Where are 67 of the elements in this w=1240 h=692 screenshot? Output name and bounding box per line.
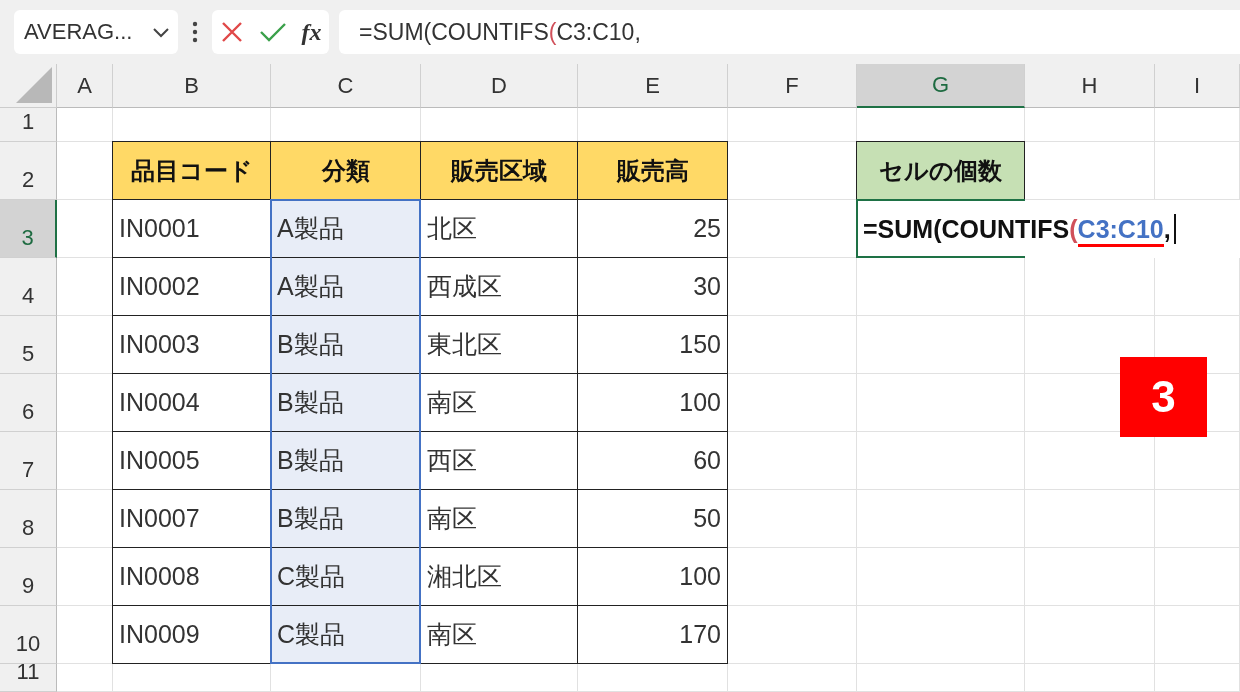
table-cell: A製品 <box>271 258 421 316</box>
table-cell: 南区 <box>421 606 578 664</box>
row-header[interactable]: 6 <box>0 374 57 432</box>
insert-function-button[interactable]: fx <box>301 18 322 46</box>
table-cell: 北区 <box>421 200 578 258</box>
more-icon[interactable] <box>192 21 198 43</box>
table-cell: 30 <box>578 258 728 316</box>
table-header-cell: 販売区域 <box>421 141 578 200</box>
table-cell: 西区 <box>421 432 578 490</box>
column-header[interactable]: C <box>271 64 421 108</box>
table-cell: 170 <box>578 606 728 664</box>
table-cell: IN0003 <box>112 316 271 374</box>
confirm-icon[interactable] <box>258 21 287 43</box>
table-cell: 150 <box>578 316 728 374</box>
column-header[interactable]: I <box>1155 64 1240 108</box>
row-header[interactable]: 7 <box>0 432 57 490</box>
result-header-cell: セルの個数 <box>856 141 1025 200</box>
column-header[interactable]: D <box>421 64 578 108</box>
table-cell: 100 <box>578 548 728 606</box>
row-header[interactable]: 3 <box>0 200 57 258</box>
column-header[interactable]: H <box>1025 64 1155 108</box>
table-cell: B製品 <box>271 374 421 432</box>
column-header[interactable]: B <box>113 64 271 108</box>
row-header[interactable]: 1 <box>0 108 57 142</box>
table-cell: 50 <box>578 490 728 548</box>
table-cell: 60 <box>578 432 728 490</box>
table-cell: 25 <box>578 200 728 258</box>
table-header-cell: 品目コード <box>112 141 271 200</box>
table-cell: C製品 <box>271 548 421 606</box>
table-cell: 南区 <box>421 374 578 432</box>
formula-input[interactable]: =SUM(COUNTIFS(C3:C10, <box>339 10 1240 54</box>
column-header[interactable]: F <box>728 64 857 108</box>
table-cell: B製品 <box>271 432 421 490</box>
table-cell: 100 <box>578 374 728 432</box>
table-cell: IN0009 <box>112 606 271 664</box>
table-cell: IN0004 <box>112 374 271 432</box>
table-cell: IN0002 <box>112 258 271 316</box>
table-cell: B製品 <box>271 490 421 548</box>
step-badge: 3 <box>1120 357 1207 437</box>
table-cell: A製品 <box>271 200 421 258</box>
row-header[interactable]: 9 <box>0 548 57 606</box>
column-header[interactable]: A <box>57 64 113 108</box>
table-cell: IN0001 <box>112 200 271 258</box>
row-header[interactable]: 10 <box>0 606 57 664</box>
row-header[interactable]: 4 <box>0 258 57 316</box>
column-header[interactable]: G <box>857 64 1025 108</box>
text-cursor <box>1173 214 1176 244</box>
row-header[interactable]: 2 <box>0 142 57 200</box>
table-cell: 湘北区 <box>421 548 578 606</box>
table-cell: C製品 <box>271 606 421 664</box>
name-box[interactable]: AVERAG... <box>14 10 178 54</box>
table-cell: IN0008 <box>112 548 271 606</box>
table-cell: IN0007 <box>112 490 271 548</box>
formula-text: =SUM(COUNTIFS(C3:C10, <box>863 209 1171 249</box>
table-header-cell: 販売高 <box>578 141 728 200</box>
row-header[interactable]: 11 <box>0 664 57 692</box>
table-cell: B製品 <box>271 316 421 374</box>
table-cell: IN0005 <box>112 432 271 490</box>
row-header[interactable]: 5 <box>0 316 57 374</box>
table-cell: 南区 <box>421 490 578 548</box>
table-header-cell: 分類 <box>271 141 421 200</box>
column-header[interactable]: E <box>578 64 728 108</box>
table-cell: 西成区 <box>421 258 578 316</box>
cancel-icon[interactable] <box>219 20 244 44</box>
row-header[interactable]: 8 <box>0 490 57 548</box>
table-cell: 東北区 <box>421 316 578 374</box>
chevron-down-icon <box>152 26 170 38</box>
